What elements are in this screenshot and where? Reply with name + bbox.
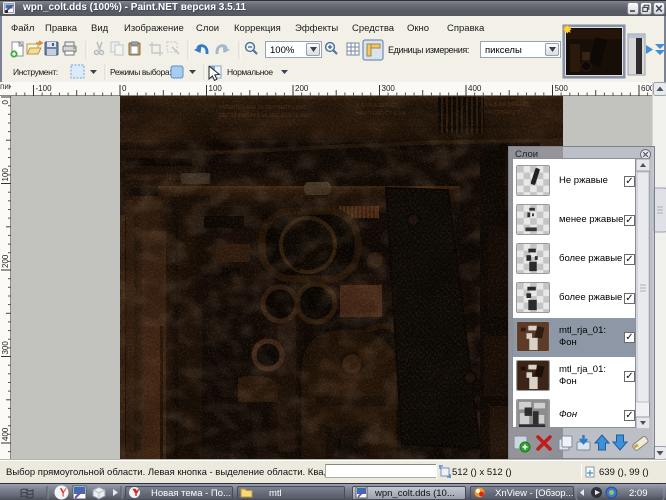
svg-text:300: 300 — [1, 341, 10, 355]
svg-text:200: 200 — [295, 84, 309, 93]
svg-text:0: 0 — [122, 84, 127, 93]
svg-text:400: 400 — [1, 427, 10, 441]
svg-text:100: 100 — [209, 84, 223, 93]
svg-text:0: 0 — [1, 99, 10, 104]
svg-text:600: 600 — [641, 84, 652, 93]
svg-text:100: 100 — [1, 168, 10, 182]
svg-text:200: 200 — [1, 254, 10, 268]
svg-text:400: 400 — [468, 84, 482, 93]
svg-text:-100: -100 — [36, 84, 53, 93]
svg-text:500: 500 — [555, 84, 569, 93]
svg-text:300: 300 — [382, 84, 396, 93]
